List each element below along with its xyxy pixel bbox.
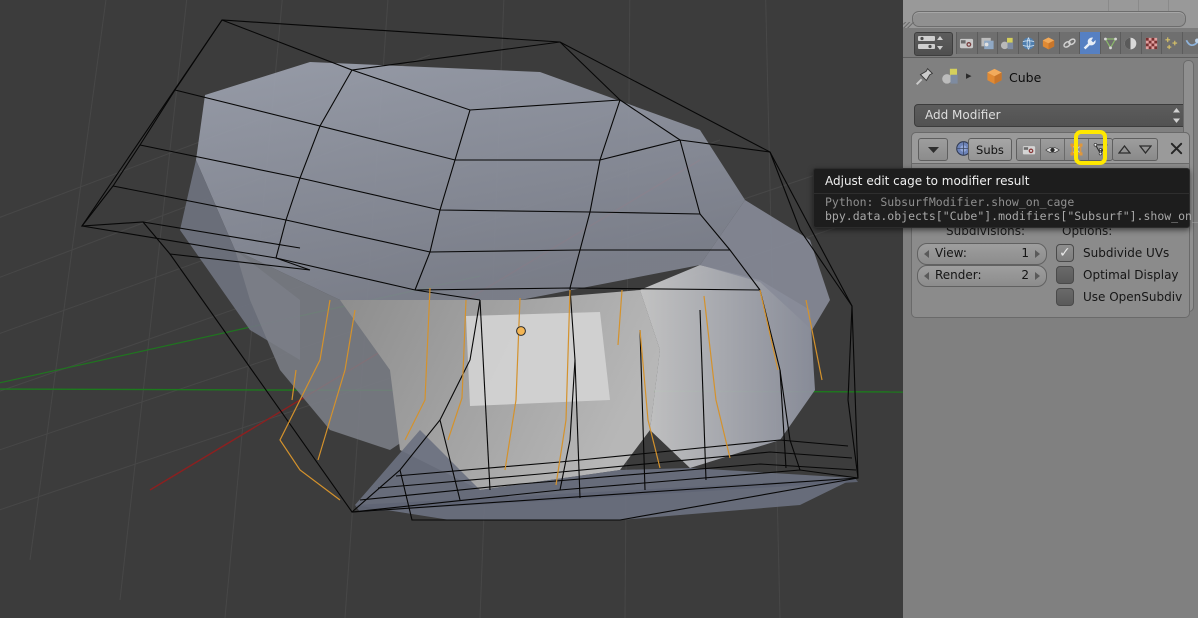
tab-physics[interactable] [1182, 32, 1198, 54]
editor-type-selector[interactable] [914, 32, 953, 56]
camera-icon [1022, 145, 1035, 154]
properties-editor-icon [918, 36, 943, 50]
toggle-render-visibility[interactable] [1017, 139, 1041, 160]
checkbox-subdivide-uvs[interactable]: ✓ [1056, 244, 1074, 262]
option-label: Use OpenSubdiv [1083, 290, 1183, 304]
check-icon: ✓ [1059, 245, 1071, 261]
3d-viewport[interactable] [0, 0, 903, 618]
render-value: 2 [1021, 268, 1029, 282]
tab-scene[interactable] [1018, 32, 1039, 54]
orange-box-icon [987, 68, 1002, 84]
wrench-icon [1083, 36, 1096, 49]
add-modifier-dropdown[interactable]: Add Modifier [914, 104, 1189, 127]
option-use-opensubdiv[interactable]: Use OpenSubdiv [1056, 288, 1182, 306]
viewport-canvas [0, 0, 903, 618]
triangle-up-icon [1118, 145, 1131, 154]
toggle-viewport-visibility[interactable] [1041, 139, 1065, 160]
view-subdivisions-field[interactable]: View: 1 [917, 243, 1047, 265]
tooltip-divider [814, 193, 1189, 194]
option-label: Subdivide UVs [1083, 246, 1170, 260]
view-value: 1 [1021, 246, 1029, 260]
updown-arrows-icon [1173, 108, 1180, 123]
decrement-arrow-icon[interactable] [924, 250, 929, 258]
tab-material[interactable] [1121, 32, 1142, 54]
collapse-triangle-icon [927, 147, 939, 153]
view-label: View: [935, 246, 967, 260]
decrement-arrow-icon[interactable] [924, 272, 929, 280]
increment-arrow-icon[interactable] [1035, 250, 1040, 258]
breadcrumb-separator: ▸ [966, 69, 972, 82]
horizontal-scrollbar[interactable] [912, 11, 1186, 27]
camera-back-icon [960, 38, 974, 48]
tab-constraints[interactable] [1059, 32, 1080, 54]
tooltip-python-line-1: Python: SubsurfModifier.show_on_cage [825, 195, 1075, 209]
tab-render[interactable] [956, 32, 978, 54]
pin-icon[interactable] [915, 67, 934, 86]
orange-box-icon [1043, 37, 1055, 49]
cone-sphere-icon [1001, 37, 1014, 49]
option-subdivide-uvs[interactable]: ✓ Subdivide UVs [1056, 244, 1169, 262]
tab-object[interactable] [1039, 32, 1060, 54]
render-subdivisions-field[interactable]: Render: 2 [917, 265, 1047, 287]
modifier-name-field[interactable]: Subs [968, 138, 1012, 161]
on-cage-toggle-highlight [1074, 130, 1107, 165]
checkbox-use-opensubdiv[interactable] [1056, 288, 1074, 306]
properties-tab-bar [903, 28, 1198, 58]
x-close-icon [1170, 142, 1182, 155]
blender-window: ▸ Cube Add Modifier Apply Copy Catmull-C… [0, 0, 1198, 618]
move-modifier-down-button[interactable] [1134, 138, 1158, 161]
increment-arrow-icon[interactable] [1035, 272, 1040, 280]
option-label: Optimal Display [1083, 268, 1179, 282]
tab-particles[interactable] [1162, 32, 1183, 54]
add-modifier-label: Add Modifier [925, 108, 1001, 122]
scene-icon[interactable] [941, 67, 960, 86]
green-triangle-mesh-icon [1103, 37, 1117, 49]
option-optimal-display[interactable]: Optimal Display [1056, 266, 1179, 284]
tab-output[interactable] [977, 32, 998, 54]
modifier-expand-toggle[interactable] [918, 138, 948, 161]
checker-texture-icon [1145, 37, 1157, 49]
modifier-header: Subs [911, 132, 1190, 164]
tab-object-data[interactable] [1100, 32, 1121, 54]
breadcrumb-object-label: Cube [1009, 70, 1042, 85]
tab-texture[interactable] [1141, 32, 1162, 54]
render-label: Render: [935, 268, 982, 282]
mesh-surface [180, 62, 858, 520]
tooltip: Adjust edit cage to modifier result Pyth… [813, 168, 1198, 228]
tooltip-python-line-2: bpy.data.objects["Cube"].modifiers["Subs… [825, 209, 1198, 223]
chain-link-icon [1063, 37, 1076, 48]
eye-icon [1045, 146, 1060, 153]
globe-icon [1022, 36, 1035, 50]
properties-tabs [956, 32, 1198, 54]
remove-modifier-button[interactable] [1165, 138, 1187, 159]
printer-icon [981, 37, 994, 49]
properties-header-strip [903, 0, 1198, 33]
3d-cursor [516, 326, 526, 336]
tab-modifiers[interactable] [1080, 32, 1101, 54]
tooltip-title: Adjust edit cage to modifier result [825, 174, 1030, 188]
sphere-checker-icon [1124, 37, 1137, 49]
checkbox-optimal-display[interactable] [1056, 266, 1074, 284]
particles-icon [1165, 36, 1178, 49]
tab-view-layer[interactable] [998, 32, 1019, 54]
physics-orbit-icon [1185, 38, 1198, 46]
breadcrumb: ▸ Cube [903, 58, 1198, 98]
triangle-down-icon [1139, 145, 1152, 154]
